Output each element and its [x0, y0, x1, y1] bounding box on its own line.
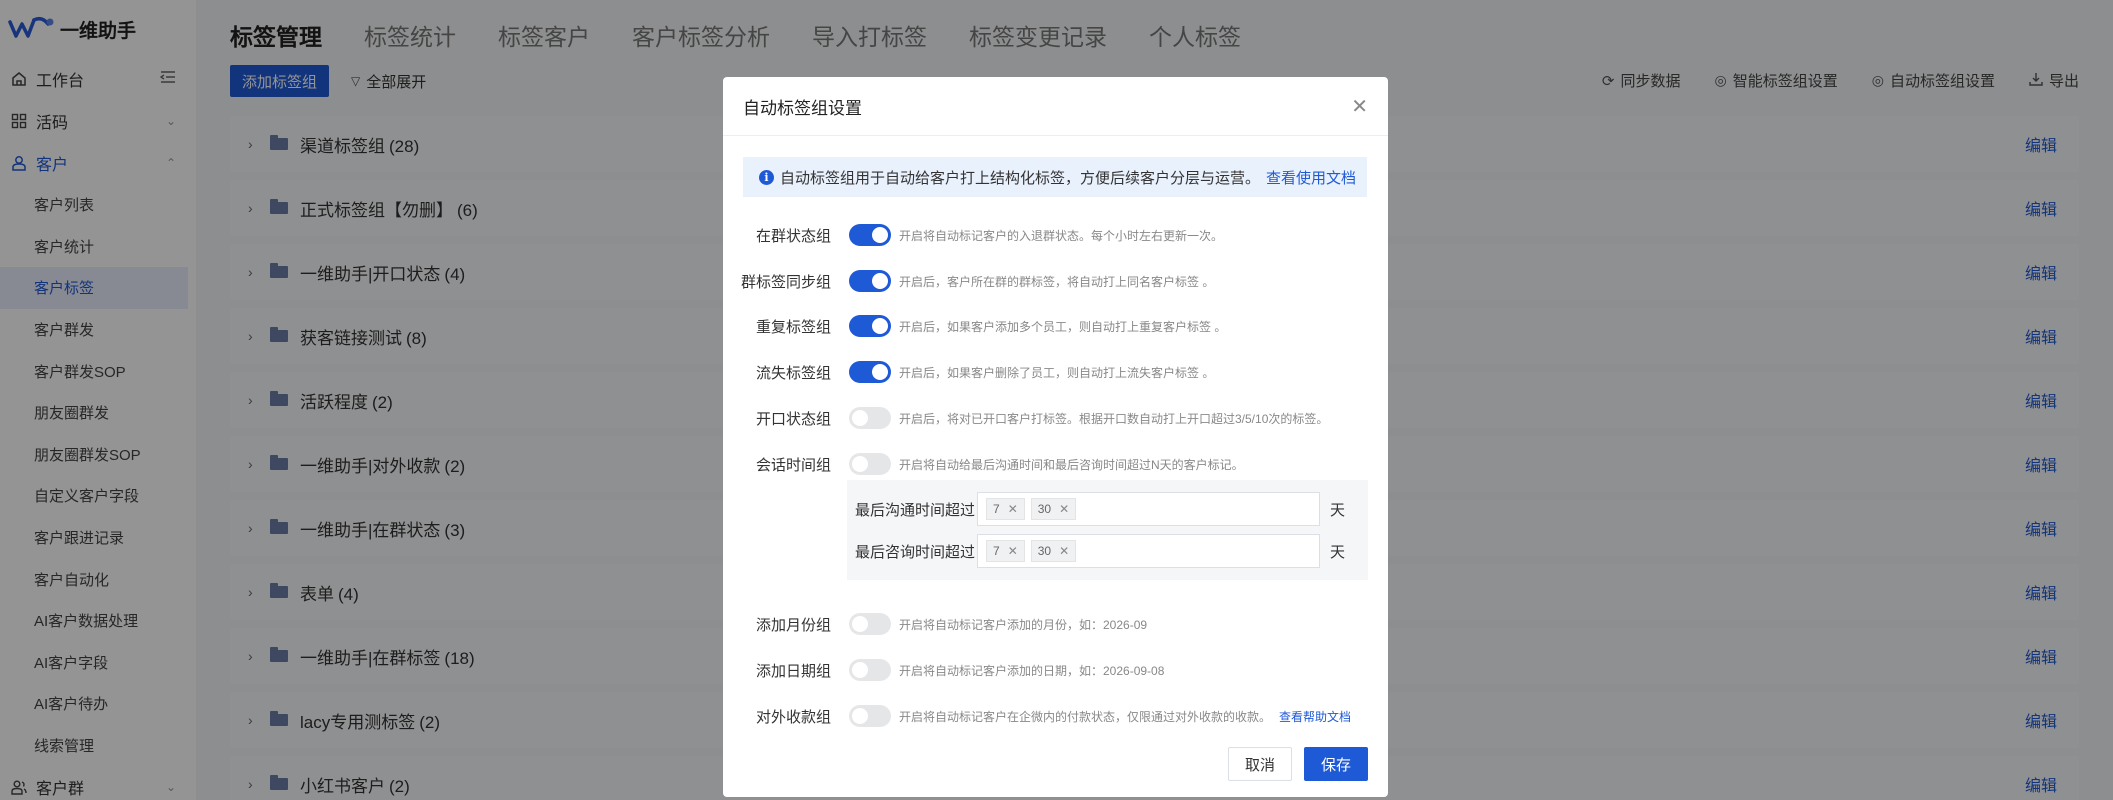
remove-chip-icon[interactable]: ✕: [1008, 502, 1018, 516]
remove-chip-icon[interactable]: ✕: [1059, 502, 1069, 516]
setting-description: 开启将自动标记客户添加的月份，如：2026-09: [899, 617, 1148, 632]
setting-description: 开启将自动标记客户添加的日期，如：2026-09-08: [899, 663, 1165, 678]
setting-label: 群标签同步组: [740, 273, 831, 291]
info-text: 自动标签组用于自动给客户打上结构化标签，方便后续客户分层与运营。: [780, 169, 1261, 187]
toggle-knob: [852, 616, 868, 632]
last-consult-days-input[interactable]: 7 ✕ 30 ✕: [977, 534, 1320, 568]
toggle-switch[interactable]: [849, 224, 891, 246]
setting-row: 开口状态组 开启后，将对已开口客户打标签。根据开口数自动打上开口超过3/5/10次…: [723, 403, 1388, 433]
setting-label: 会话时间组: [755, 456, 831, 474]
last-consult-label: 最后咨询时间超过: [855, 543, 976, 561]
day-chip: 30 ✕: [1030, 540, 1077, 562]
help-doc-link[interactable]: 查看帮助文档: [1279, 708, 1351, 725]
setting-row: 群标签同步组 开启后，客户所在群的群标签，将自动打上同名客户标签 。: [723, 266, 1388, 296]
toggle-switch[interactable]: [849, 407, 891, 429]
remove-chip-icon[interactable]: ✕: [1059, 544, 1069, 558]
setting-description: 开启后，客户所在群的群标签，将自动打上同名客户标签 。: [899, 274, 1215, 289]
toggle-knob: [852, 456, 868, 472]
day-chip: 30 ✕: [1030, 498, 1077, 520]
setting-description: 开启将自动标记客户在企微内的付款状态，仅限通过对外收款的收款。: [899, 709, 1272, 724]
chip-value: 30: [1037, 502, 1052, 516]
toggle-switch[interactable]: [849, 613, 891, 635]
toggle-knob: [852, 410, 868, 426]
setting-description: 开启后，将对已开口客户打标签。根据开口数自动打上开口超过3/5/10次的标签。: [899, 411, 1329, 426]
toggle-switch[interactable]: [849, 453, 891, 475]
info-icon: i: [759, 169, 774, 185]
setting-description: 开启将自动标记客户的入退群状态。每个小时左右更新一次。: [899, 228, 1224, 243]
setting-row: 会话时间组 开启将自动给最后沟通时间和最后咨询时间超过N天的客户标记。: [723, 449, 1388, 479]
last-contact-label: 最后沟通时间超过: [855, 501, 976, 519]
cancel-button[interactable]: 取消: [1228, 747, 1292, 781]
day-chip: 7 ✕: [986, 498, 1025, 520]
toggle-switch[interactable]: [849, 361, 891, 383]
setting-row: 添加月份组 开启将自动标记客户添加的月份，如：2026-09: [723, 609, 1388, 639]
day-chip: 7 ✕: [986, 540, 1025, 562]
info-banner: i 自动标签组用于自动给客户打上结构化标签，方便后续客户分层与运营。 查看使用文…: [743, 157, 1367, 197]
modal-footer: 取消 保存: [1228, 747, 1368, 781]
chip-value: 7: [993, 544, 1000, 558]
setting-description: 开启将自动给最后沟通时间和最后咨询时间超过N天的客户标记。: [899, 457, 1244, 472]
setting-label: 开口状态组: [755, 410, 831, 428]
toggle-switch[interactable]: [849, 315, 891, 337]
setting-label: 重复标签组: [755, 318, 831, 336]
last-contact-row: 最后沟通时间超过 7 ✕ 30 ✕ 天: [855, 492, 1345, 526]
setting-row: 在群状态组 开启将自动标记客户的入退群状态。每个小时左右更新一次。: [723, 220, 1388, 250]
last-contact-days-input[interactable]: 7 ✕ 30 ✕: [977, 492, 1320, 526]
session-time-config: 最后沟通时间超过 7 ✕ 30 ✕ 天 最后咨询时间超过 7 ✕ 30 ✕ 天: [847, 480, 1368, 580]
setting-row: 对外收款组 开启将自动标记客户在企微内的付款状态，仅限通过对外收款的收款。 查看帮助…: [723, 701, 1388, 731]
toggle-knob: [872, 227, 888, 243]
close-icon[interactable]: ✕: [1351, 94, 1368, 119]
setting-label: 流失标签组: [755, 364, 831, 382]
toggle-knob: [872, 273, 888, 289]
chip-value: 7: [993, 502, 1000, 516]
unit-label: 天: [1330, 543, 1346, 561]
unit-label: 天: [1330, 501, 1346, 519]
setting-label: 在群状态组: [755, 227, 831, 245]
chip-value: 30: [1037, 544, 1052, 558]
setting-label: 对外收款组: [755, 708, 831, 726]
modal-header: 自动标签组设置 ✕: [723, 77, 1388, 136]
remove-chip-icon[interactable]: ✕: [1008, 544, 1018, 558]
toggle-knob: [852, 708, 868, 724]
setting-label: 添加月份组: [755, 616, 831, 634]
usage-doc-link[interactable]: 查看使用文档: [1266, 167, 1356, 188]
toggle-knob: [872, 318, 888, 334]
toggle-switch[interactable]: [849, 270, 891, 292]
toggle-knob: [852, 662, 868, 678]
setting-label: 添加日期组: [755, 662, 831, 680]
save-button[interactable]: 保存: [1304, 747, 1368, 781]
modal-title: 自动标签组设置: [743, 98, 862, 118]
setting-description: 开启后，如果客户添加多个员工，则自动打上重复客户标签 。: [899, 319, 1227, 334]
setting-description: 开启后，如果客户删除了员工，则自动打上流失客户标签 。: [899, 365, 1215, 380]
toggle-switch[interactable]: [849, 659, 891, 681]
auto-tag-settings-modal: 自动标签组设置 ✕ i 自动标签组用于自动给客户打上结构化标签，方便后续客户分层…: [723, 77, 1388, 797]
setting-row: 流失标签组 开启后，如果客户删除了员工，则自动打上流失客户标签 。: [723, 357, 1388, 387]
setting-row: 重复标签组 开启后，如果客户添加多个员工，则自动打上重复客户标签 。: [723, 311, 1388, 341]
last-consult-row: 最后咨询时间超过 7 ✕ 30 ✕ 天: [855, 534, 1345, 568]
toggle-switch[interactable]: [849, 705, 891, 727]
setting-row: 添加日期组 开启将自动标记客户添加的日期，如：2026-09-08: [723, 655, 1388, 685]
toggle-knob: [872, 364, 888, 380]
